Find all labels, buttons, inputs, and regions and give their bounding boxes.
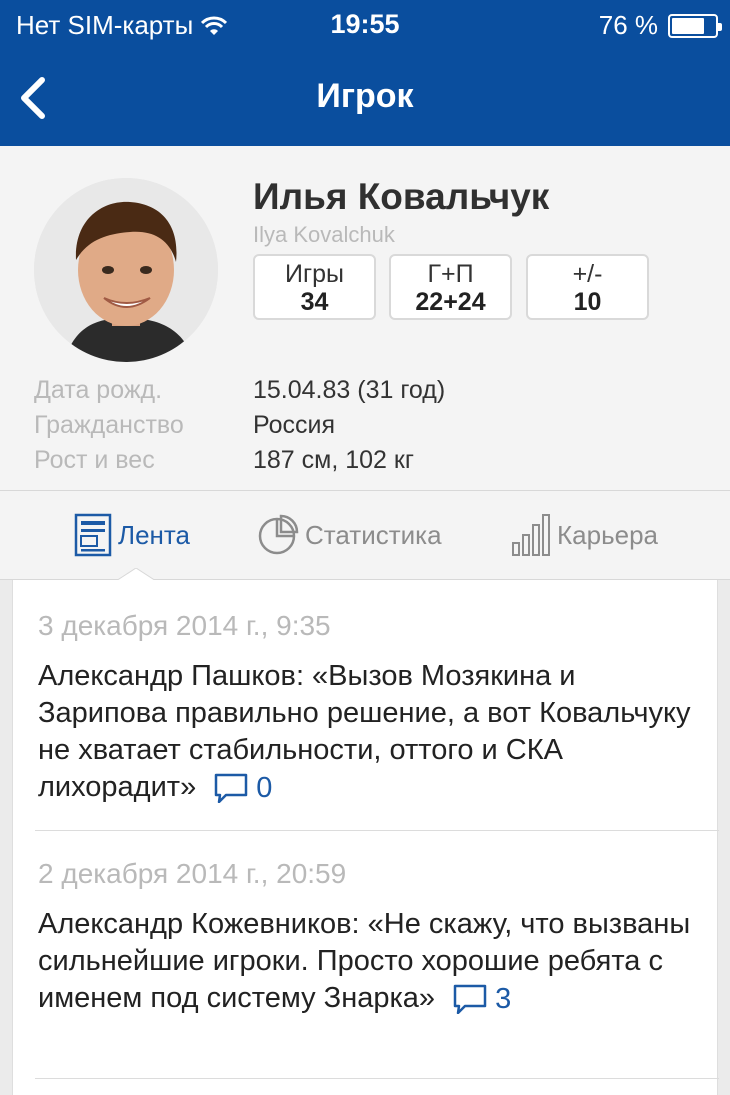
tab-career-label: Карьера xyxy=(557,519,658,550)
citizenship-label: Гражданство xyxy=(34,411,184,439)
player-profile: Илья Ковальчук Ilya Kovalchuk Игры 34 Г+… xyxy=(0,146,730,491)
birthdate-value: 15.04.83 (31 год) xyxy=(253,376,446,404)
status-bar: Нет SIM-карты 19:55 76 % xyxy=(0,0,730,46)
stat-value: 10 xyxy=(573,288,602,316)
comment-count: 0 xyxy=(256,771,273,804)
stat-plus-minus: +/- 10 xyxy=(526,254,649,320)
news-text-block: Александр Пашков: «Вызов Мозякина и Зари… xyxy=(38,658,698,807)
news-text: Александр Пашков: «Вызов Мозякина и Зари… xyxy=(38,660,691,803)
tab-career[interactable]: Карьера xyxy=(511,511,658,559)
news-text-block: Александр Кожевников: «Не скажу, что выз… xyxy=(38,906,698,1018)
feed-icon xyxy=(74,513,112,557)
citizenship-value: Россия xyxy=(253,411,335,439)
pie-chart-icon xyxy=(258,514,299,555)
page-title: Игрок xyxy=(316,77,414,115)
stat-value: 34 xyxy=(300,288,329,316)
tab-bar: Лента Статистика Карьера xyxy=(0,491,730,580)
divider xyxy=(35,830,719,831)
comments-link[interactable]: 3 xyxy=(453,981,511,1018)
player-name-latin: Ilya Kovalchuk xyxy=(253,222,395,247)
tab-feed[interactable]: Лента xyxy=(74,511,190,559)
news-date: 3 декабря 2014 г., 9:35 xyxy=(38,610,331,641)
stat-games: Игры 34 xyxy=(253,254,376,320)
stat-points: Г+П 22+24 xyxy=(389,254,512,320)
player-name: Илья Ковальчук xyxy=(253,176,550,217)
tab-statistics-label: Статистика xyxy=(305,519,442,550)
divider xyxy=(35,1078,719,1079)
height-weight-value: 187 см, 102 кг xyxy=(253,446,414,474)
news-text: Александр Кожевников: «Не скажу, что выз… xyxy=(38,908,691,1014)
stat-value: 22+24 xyxy=(415,288,486,316)
comments-link[interactable]: 0 xyxy=(214,770,272,807)
battery-icon xyxy=(668,13,722,38)
comment-count: 3 xyxy=(495,982,512,1015)
height-weight-label: Рост и вес xyxy=(34,446,155,474)
comment-icon xyxy=(453,985,487,1015)
comment-icon xyxy=(214,774,248,804)
battery-percent: 76 % xyxy=(598,10,658,40)
news-feed: 3 декабря 2014 г., 9:35 Александр Пашков… xyxy=(12,580,719,1095)
bar-chart-icon xyxy=(512,514,550,556)
player-avatar xyxy=(34,178,218,362)
birthdate-label: Дата рожд. xyxy=(34,376,163,404)
stat-label: Игры xyxy=(285,260,344,288)
active-tab-pointer xyxy=(116,568,156,582)
battery-fill xyxy=(672,17,704,34)
tab-statistics[interactable]: Статистика xyxy=(257,511,442,559)
news-date: 2 декабря 2014 г., 20:59 xyxy=(38,858,347,889)
tab-feed-label: Лента xyxy=(118,519,190,550)
stat-label: +/- xyxy=(572,260,603,288)
top-bar: Нет SIM-карты 19:55 76 % Игрок xyxy=(0,0,730,146)
stat-label: Г+П xyxy=(427,260,474,288)
battery-group: 76 % xyxy=(598,10,722,41)
